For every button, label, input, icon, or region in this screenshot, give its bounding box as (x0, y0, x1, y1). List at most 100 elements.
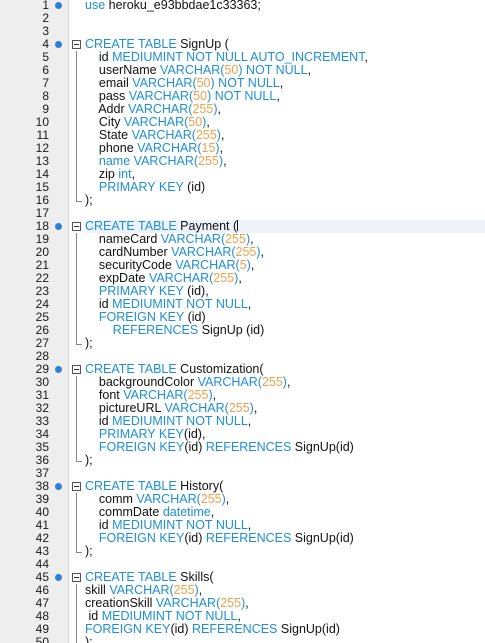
breakpoint-dot-icon[interactable] (55, 223, 62, 230)
number-token: 255 (213, 271, 235, 285)
fold-guide (76, 103, 77, 116)
text-token: skill (85, 583, 110, 597)
code-text[interactable]: use heroku_e93bbdae1c33363; (85, 0, 485, 12)
code-line[interactable]: 38 CREATE TABLE History( (0, 480, 485, 493)
code-line[interactable]: 11 State VARCHAR(255), (0, 129, 485, 142)
fold-collapse-icon[interactable] (72, 222, 81, 231)
code-text[interactable]: FOREIGN KEY(id) REFERENCES SignUp(id) (85, 532, 485, 545)
number-token: 255 (187, 388, 209, 402)
code-line[interactable]: 44 (0, 558, 485, 571)
text-token: , (307, 63, 312, 77)
keyword-token: MEDIUMINT NOT NULL AUTO_INCREMENT (112, 50, 365, 64)
code-line[interactable]: 45 CREATE TABLE Skills( (0, 571, 485, 584)
fold-collapse-icon[interactable] (72, 365, 81, 374)
fold-guide (76, 142, 77, 155)
fold-guide (76, 233, 77, 246)
code-text[interactable] (85, 12, 485, 25)
text-token: , (219, 141, 224, 155)
keyword-token: VARCHAR( (164, 401, 229, 415)
code-line[interactable]: 13 name VARCHAR(255), (0, 155, 485, 168)
keyword-token: use (85, 0, 106, 12)
number-token: 5 (239, 258, 247, 272)
text-token: pass (98, 89, 129, 103)
code-line[interactable]: 17 (0, 207, 485, 220)
code-line[interactable]: 14 zip int, (0, 168, 485, 181)
keyword-token: MEDIUMINT NOT NULL (101, 609, 238, 623)
code-text[interactable]: FOREIGN KEY(id) REFERENCES SignUp(id) (85, 441, 485, 454)
keyword-token: VARCHAR( (128, 89, 194, 103)
text-token: backgroundColor (98, 375, 198, 389)
code-line[interactable]: 3 (0, 25, 485, 38)
code-line[interactable]: 49 FOREIGN KEY(id) REFERENCES SignUp(id) (0, 623, 485, 636)
fold-collapse-icon[interactable] (72, 573, 81, 582)
sql-editor[interactable]: 1 use heroku_e93bbdae1c33363; 2 3 4 CREATE TA… (0, 0, 485, 643)
code-line[interactable]: 9 Addr VARCHAR(255), (0, 103, 485, 116)
text-token: (id) (170, 622, 192, 636)
keyword-token: PRIMARY KEY (98, 427, 184, 441)
code-line[interactable]: 36); (0, 454, 485, 467)
code-line[interactable]: 47 creationSkill VARCHAR(255), (0, 597, 485, 610)
breakpoint-dot-icon[interactable] (55, 366, 62, 373)
text-token: City (98, 115, 124, 129)
code-line[interactable]: 21 securityCode VARCHAR(5), (0, 259, 485, 272)
text-token: Addr (98, 102, 129, 116)
line-number: 50 (35, 635, 49, 643)
number-token: 255 (228, 401, 250, 415)
keyword-token: REFERENCES (191, 622, 278, 636)
text-token: ); (85, 336, 93, 350)
code-line[interactable]: 8 pass VARCHAR(50) NOT NULL, (0, 90, 485, 103)
code-line[interactable]: 12 phone VARCHAR(15), (0, 142, 485, 155)
fold-guide (76, 168, 77, 181)
code-line[interactable]: 42 FOREIGN KEY(id) REFERENCES SignUp(id) (0, 532, 485, 545)
code-text[interactable]: ); (85, 636, 485, 643)
code-line[interactable]: 10 City VARCHAR(50), (0, 116, 485, 129)
fold-end-marker (76, 545, 82, 553)
breakpoint-dot-icon[interactable] (55, 2, 62, 9)
code-line[interactable]: 16); (0, 194, 485, 207)
text-token: userName (98, 63, 161, 77)
text-token: (id) (184, 310, 206, 324)
breakpoint-dot-icon[interactable] (55, 574, 62, 581)
code-line[interactable]: 1 use heroku_e93bbdae1c33363; (0, 0, 485, 12)
text-token: , (250, 258, 255, 272)
code-line[interactable]: 30 backgroundColor VARCHAR(255), (0, 376, 485, 389)
keyword-token: VARCHAR( (197, 375, 262, 389)
text-token: email (98, 76, 133, 90)
text-token: creationSkill (85, 596, 156, 610)
code-line[interactable]: 35 FOREIGN KEY(id) REFERENCES SignUp(id) (0, 441, 485, 454)
breakpoint-dot-icon[interactable] (55, 483, 62, 490)
code-text[interactable]: ); (85, 454, 485, 467)
text-token: , (225, 492, 230, 506)
code-line[interactable]: 50); (0, 636, 485, 643)
code-text[interactable]: ); (85, 194, 485, 207)
text-token: (id) (184, 440, 206, 454)
keyword-token: NOT NULL (214, 89, 277, 103)
number-token: 255 (220, 596, 242, 610)
code-line[interactable]: 39 comm VARCHAR(255), (0, 493, 485, 506)
code-line[interactable]: 27); (0, 337, 485, 350)
fold-collapse-icon[interactable] (72, 40, 81, 49)
breakpoint-dot-icon[interactable] (55, 41, 62, 48)
code-text[interactable]: PRIMARY KEY (id) (85, 181, 485, 194)
code-line[interactable]: 24 id MEDIUMINT NOT NULL, (0, 298, 485, 311)
code-line[interactable]: 43); (0, 545, 485, 558)
text-token: SignUp ( (176, 37, 229, 51)
code-text[interactable]: REFERENCES SignUp (id) (85, 324, 485, 337)
keyword-token: MEDIUMINT NOT NULL (112, 518, 248, 532)
code-text[interactable]: FOREIGN KEY(id) REFERENCES SignUp(id) (85, 623, 485, 636)
code-text[interactable]: ); (85, 337, 485, 350)
number-token: 255 (235, 245, 257, 259)
fold-guide (76, 64, 77, 77)
keyword-token: NOT NULL (245, 63, 308, 77)
fold-collapse-icon[interactable] (72, 482, 81, 491)
code-line[interactable]: 33 id MEDIUMINT NOT NULL, (0, 415, 485, 428)
code-line[interactable]: 2 (0, 12, 485, 25)
keyword-token: VARCHAR( (136, 492, 201, 506)
code-line[interactable]: 37 (0, 467, 485, 480)
code-line[interactable]: 22 expDate VARCHAR(255), (0, 272, 485, 285)
code-line[interactable]: 15 PRIMARY KEY (id) (0, 181, 485, 194)
code-text[interactable]: ); (85, 545, 485, 558)
code-line[interactable]: 26 REFERENCES SignUp (id) (0, 324, 485, 337)
code-text[interactable]: name VARCHAR(255), (85, 155, 485, 168)
fold-guide (76, 90, 77, 103)
